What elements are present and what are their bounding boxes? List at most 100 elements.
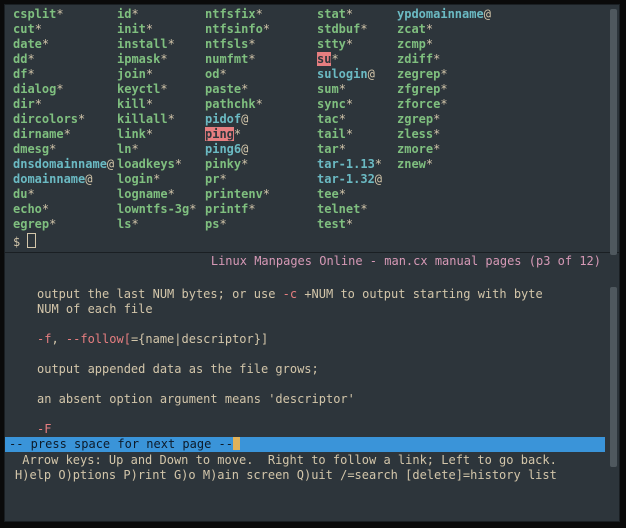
file-type-indicator-icon: *: [78, 112, 85, 126]
file-name: login: [117, 172, 153, 186]
file-type-indicator-icon: *: [360, 22, 367, 36]
file-name: zfgrep: [397, 82, 440, 96]
pager-statusbar: -- press space for next page --: [5, 437, 605, 452]
file-name: lowntfs-3g: [117, 202, 189, 216]
listing-column: id*init*install*ipmask*join*keyctl*kill*…: [117, 7, 205, 232]
file-name: ps: [205, 217, 219, 231]
lynx-pager[interactable]: Linux Manpages Online - man.cx manual pa…: [5, 252, 619, 485]
file-name: dirname: [13, 127, 64, 141]
file-name: od: [205, 67, 219, 81]
file-type-indicator-icon: *: [27, 52, 34, 66]
file-type-indicator-icon: *: [346, 217, 353, 231]
file-name: csplit: [13, 7, 56, 21]
file-type-indicator-icon: *: [433, 112, 440, 126]
file-name: stat: [317, 7, 346, 21]
file-name: pr: [205, 172, 219, 186]
file-entry: df*: [13, 67, 117, 82]
file-name: dd: [13, 52, 27, 66]
file-entry: zforce*: [397, 97, 547, 112]
file-type-indicator-icon: *: [175, 157, 182, 171]
file-name: ntfsfix: [205, 7, 256, 21]
file-type-indicator-icon: *: [49, 217, 56, 231]
file-entry: dd*: [13, 52, 117, 67]
file-type-indicator-icon: *: [248, 202, 255, 216]
option-capital-f: -F: [37, 422, 51, 436]
file-entry: ln*: [117, 142, 205, 157]
file-type-indicator-icon: *: [27, 67, 34, 81]
file-type-indicator-icon: *: [146, 22, 153, 36]
status-text: -- press space for next page --: [9, 437, 233, 451]
pager-help: Arrow keys: Up and Down to move. Right t…: [5, 452, 619, 485]
scrollbar-top[interactable]: [610, 9, 617, 255]
file-type-indicator-icon: *: [168, 187, 175, 201]
file-type-indicator-icon: *: [241, 82, 248, 96]
file-entry: tail*: [317, 127, 397, 142]
pager-title: Linux Manpages Online - man.cx manual pa…: [5, 253, 619, 272]
file-type-indicator-icon: *: [339, 82, 346, 96]
file-name: install: [117, 37, 168, 51]
option-follow: --follow[: [66, 332, 131, 346]
file-entry: ps*: [205, 217, 317, 232]
file-type-indicator-icon: *: [331, 52, 338, 66]
file-entry: printf*: [205, 202, 317, 217]
file-type-indicator-icon: *: [346, 97, 353, 111]
file-entry: echo*: [13, 202, 117, 217]
file-name: dmesg: [13, 142, 49, 156]
file-entry: csplit*: [13, 7, 117, 22]
file-name: ipmask: [117, 52, 160, 66]
shell-prompt[interactable]: $: [5, 233, 619, 250]
file-entry: cut*: [13, 22, 117, 37]
file-entry: stat*: [317, 7, 397, 22]
file-entry: lowntfs-3g*: [117, 202, 205, 217]
file-name: zdiff: [397, 52, 433, 66]
file-entry: kill*: [117, 97, 205, 112]
file-name: zcat: [397, 22, 426, 36]
file-type-indicator-icon: *: [346, 7, 353, 21]
file-type-indicator-icon: *: [42, 37, 49, 51]
option-c: -c: [283, 287, 297, 301]
file-type-indicator-icon: *: [426, 37, 433, 51]
file-entry: zmore*: [397, 142, 547, 157]
file-name: dircolors: [13, 112, 78, 126]
ls-output: csplit*cut*date*dd*df*dialog*dir*dircolo…: [5, 5, 619, 233]
file-name: zforce: [397, 97, 440, 111]
file-entry: loadkeys*: [117, 157, 205, 172]
scrollbar-bottom[interactable]: [610, 287, 617, 467]
file-entry: tar-1.13*: [317, 157, 397, 172]
cursor-icon: [27, 233, 36, 248]
file-entry: pathchk*: [205, 97, 317, 112]
file-entry: sulogin@: [317, 67, 397, 82]
file-name: printf: [205, 202, 248, 216]
file-entry: keyctl*: [117, 82, 205, 97]
file-entry: dircolors*: [13, 112, 117, 127]
file-entry: dmesg*: [13, 142, 117, 157]
help-line-2: H)elp O)ptions P)rint G)o M)ain screen Q…: [15, 468, 557, 482]
file-type-indicator-icon: *: [263, 187, 270, 201]
file-type-indicator-icon: *: [256, 7, 263, 21]
file-type-indicator-icon: *: [440, 67, 447, 81]
file-type-indicator-icon: @: [241, 112, 248, 126]
terminal[interactable]: csplit*cut*date*dd*df*dialog*dir*dircolo…: [4, 4, 620, 522]
file-type-indicator-icon: *: [160, 52, 167, 66]
file-entry: dir*: [13, 97, 117, 112]
file-type-indicator-icon: *: [146, 97, 153, 111]
text: +NUM to output starting with byte: [297, 287, 543, 301]
file-entry: tee*: [317, 187, 397, 202]
file-entry: pinky*: [205, 157, 317, 172]
text: an absent option argument means 'descrip…: [15, 392, 609, 407]
file-entry: dirname*: [13, 127, 117, 142]
file-name: egrep: [13, 217, 49, 231]
file-name: dir: [13, 97, 35, 111]
file-type-indicator-icon: *: [56, 82, 63, 96]
file-entry: ntfsfix*: [205, 7, 317, 22]
file-name: ln: [117, 142, 131, 156]
file-entry: numfmt*: [205, 52, 317, 67]
file-entry: logname*: [117, 187, 205, 202]
file-entry: zcmp*: [397, 37, 547, 52]
file-type-indicator-icon: *: [189, 202, 196, 216]
file-name: stdbuf: [317, 22, 360, 36]
file-name: telnet: [317, 202, 360, 216]
file-entry: sync*: [317, 97, 397, 112]
file-type-indicator-icon: *: [219, 67, 226, 81]
file-type-indicator-icon: *: [131, 7, 138, 21]
